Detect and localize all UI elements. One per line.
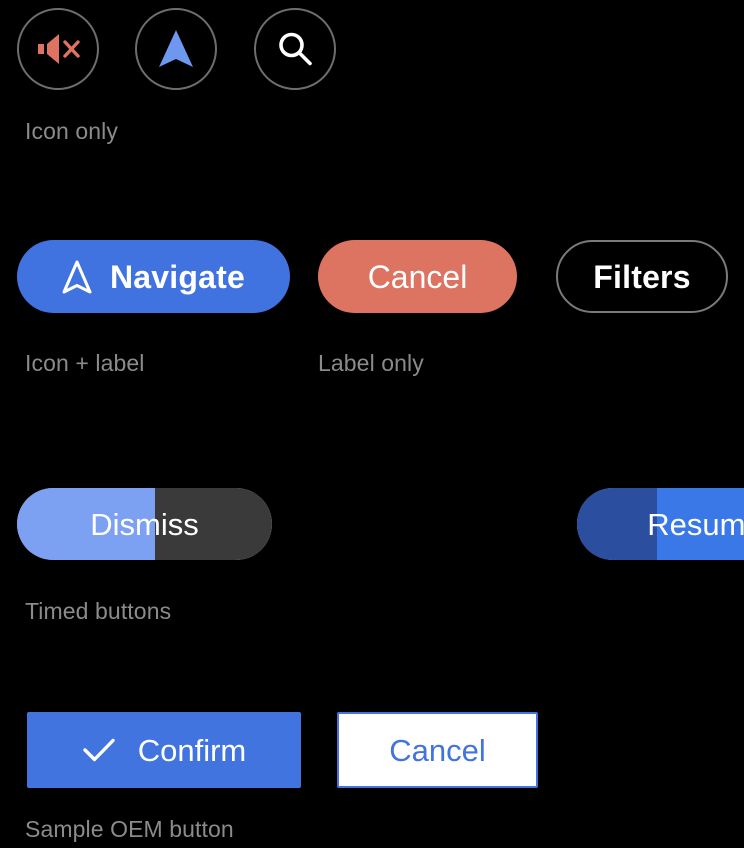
caption-icon-only: Icon only [25, 118, 118, 144]
resume-button-label: Resume [647, 506, 744, 542]
volume-off-icon [35, 32, 81, 66]
mute-button[interactable] [17, 8, 99, 90]
cancel-pill-button[interactable]: Cancel [318, 240, 517, 313]
caption-label-only: Label only [318, 350, 424, 376]
navigation-arrow-filled-icon [157, 28, 195, 70]
check-icon [82, 737, 116, 763]
cancel-oem-button-label: Cancel [389, 732, 486, 768]
filters-button[interactable]: Filters [556, 240, 728, 313]
confirm-button[interactable]: Confirm [27, 712, 301, 788]
navigate-icon-button[interactable] [135, 8, 217, 90]
caption-icon-label: Icon + label [25, 350, 145, 376]
search-icon [275, 29, 315, 69]
caption-oem: Sample OEM button [25, 816, 234, 842]
cancel-pill-button-label: Cancel [367, 258, 468, 295]
search-icon-button[interactable] [254, 8, 336, 90]
navigate-button[interactable]: Navigate [17, 240, 290, 313]
resume-timed-button[interactable]: Resume [577, 488, 744, 560]
filters-button-label: Filters [593, 258, 691, 295]
caption-timed: Timed buttons [25, 598, 172, 624]
navigation-arrow-outline-icon [62, 259, 92, 295]
cancel-oem-button[interactable]: Cancel [337, 712, 538, 788]
screen-root: Icon only Navigate Cancel Filters Icon +… [0, 0, 744, 848]
dismiss-timed-button[interactable]: Dismiss [17, 488, 272, 560]
confirm-button-label: Confirm [137, 732, 247, 768]
dismiss-button-label: Dismiss [90, 506, 199, 542]
navigate-button-label: Navigate [110, 258, 245, 295]
